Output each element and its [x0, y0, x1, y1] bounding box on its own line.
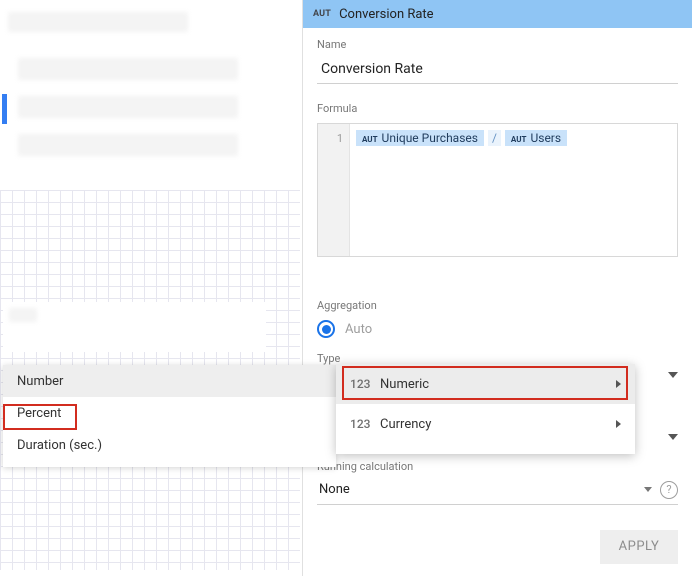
line-number: 1 [337, 132, 343, 145]
menu-item-label: Duration (sec.) [17, 438, 102, 453]
auto-badge: AUT [362, 135, 378, 144]
chevron-right-icon [616, 420, 621, 428]
background-blur [8, 12, 188, 32]
formula-token-unique-purchases[interactable]: AUT Unique Purchases [356, 130, 484, 146]
selection-indicator [2, 94, 7, 124]
aggregation-label: Aggregation [303, 257, 692, 316]
type-option-currency[interactable]: 123 Currency [336, 404, 635, 444]
formula-editor[interactable]: 1 AUTUnique Purchases / AUTUsers [317, 123, 678, 257]
numeric-subtype-menu: Number Percent Duration (sec.) [3, 365, 336, 467]
field-editor-panel: AUT Conversion Rate Name Formula 1 AUT Un… [302, 0, 692, 576]
auto-badge: AUT [313, 9, 331, 19]
auto-badge: AUT [511, 135, 527, 144]
menu-item-label: Currency [380, 417, 431, 432]
running-label: Running calculation [317, 460, 678, 475]
app-root: AUT Conversion Rate Name Formula 1 AUT Un… [0, 0, 692, 576]
background-blur [18, 58, 238, 80]
apply-button[interactable]: APPLY [600, 530, 678, 564]
type-menu: 123 Numeric 123 Currency [336, 364, 635, 454]
menu-item-label: Percent [17, 406, 61, 421]
formula-content[interactable]: AUTUnique Purchases / AUTUsers [350, 124, 677, 256]
name-input[interactable] [317, 55, 678, 84]
subtype-option-duration[interactable]: Duration (sec.) [3, 429, 336, 461]
background-blur [18, 96, 238, 118]
subtype-option-percent[interactable]: Percent [3, 397, 336, 429]
background-blur [18, 134, 238, 156]
panel-header: AUT Conversion Rate [303, 0, 692, 28]
chevron-down-icon[interactable] [668, 372, 678, 378]
token-label: Users [530, 131, 561, 145]
canvas-card [3, 302, 266, 352]
radio-icon [317, 320, 335, 338]
chevron-down-icon[interactable] [644, 487, 652, 492]
formula-token-users[interactable]: AUTUsers [505, 130, 567, 146]
running-value[interactable]: None [317, 482, 350, 497]
aggregation-auto-option[interactable]: Auto [317, 316, 678, 344]
panel-title: Conversion Rate [339, 7, 434, 22]
menu-item-label: Number [17, 374, 63, 389]
numeric-icon: 123 [350, 377, 380, 391]
menu-item-label: Numeric [380, 377, 429, 392]
formula-gutter: 1 [318, 124, 350, 256]
running-calculation-section: Running calculation None ? [317, 460, 678, 505]
aggregation-value: Auto [345, 322, 372, 337]
numeric-icon: 123 [350, 417, 380, 431]
chevron-down-icon[interactable] [668, 434, 678, 440]
formula-label: Formula [303, 84, 692, 119]
formula-divider: / [488, 130, 501, 146]
subtype-option-number[interactable]: Number [3, 365, 336, 397]
token-label: Unique Purchases [382, 131, 478, 145]
name-label: Name [303, 28, 692, 55]
help-icon[interactable]: ? [660, 481, 678, 499]
chevron-right-icon [616, 380, 621, 388]
type-option-numeric[interactable]: 123 Numeric [336, 364, 635, 404]
